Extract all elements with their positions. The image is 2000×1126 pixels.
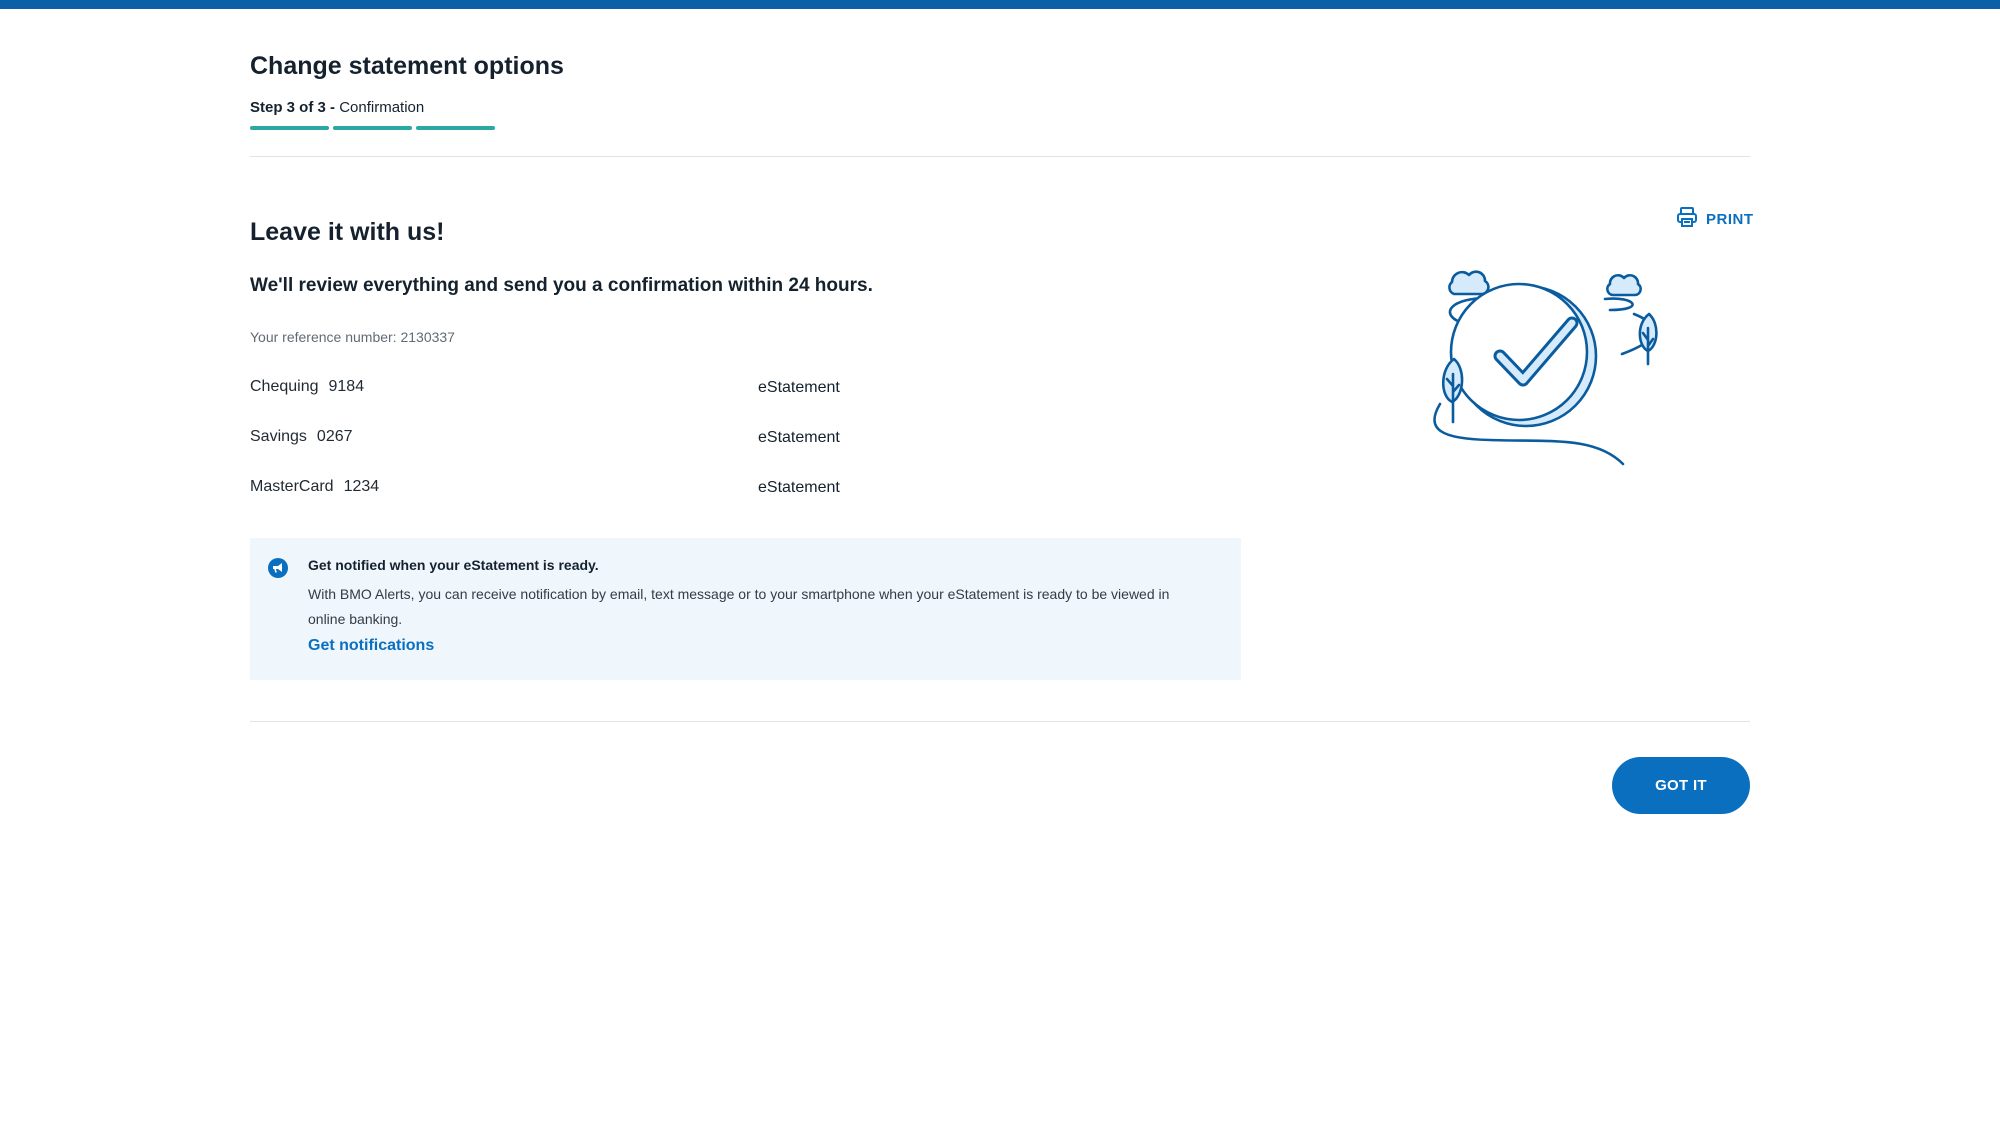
account-number: 9184 <box>328 378 365 395</box>
account-type: Savings <box>250 428 307 445</box>
print-label: PRINT <box>1706 211 1754 228</box>
notice-body: With BMO Alerts, you can receive notific… <box>308 586 1170 627</box>
page-title: Change statement options <box>250 52 564 80</box>
progress-segment-3 <box>416 126 495 130</box>
notification-callout: Get notified when your eStatement is rea… <box>250 538 1241 680</box>
step-name: Confirmation <box>339 99 425 116</box>
header-divider <box>250 156 1750 157</box>
step-progress-bar <box>250 126 495 130</box>
notice-title: Get notified when your eStatement is rea… <box>308 557 599 573</box>
progress-segment-2 <box>333 126 412 130</box>
account-type: Chequing <box>250 378 319 395</box>
footer-divider <box>250 721 1750 722</box>
top-accent-bar <box>0 0 2000 9</box>
account-name: Savings 0267 <box>250 428 353 446</box>
account-number: 0267 <box>316 428 353 445</box>
account-list: Chequing 9184 eStatement Savings 0267 eSta… <box>250 374 950 524</box>
account-row: MasterCard 1234 eStatement <box>250 474 950 524</box>
statement-type: eStatement <box>758 379 840 396</box>
confirmation-subheading: We'll review everything and send you a c… <box>250 275 873 296</box>
account-row: Savings 0267 eStatement <box>250 424 950 474</box>
account-number: 1234 <box>343 478 380 495</box>
got-it-button[interactable]: GOT IT <box>1612 757 1750 814</box>
print-button[interactable]: PRINT <box>1676 206 1754 233</box>
step-number: Step 3 of 3 <box>250 99 326 116</box>
account-name: MasterCard 1234 <box>250 478 379 496</box>
account-row: Chequing 9184 eStatement <box>250 374 950 424</box>
success-checkmark-illustration <box>1420 254 1680 469</box>
statement-type: eStatement <box>758 429 840 446</box>
printer-icon <box>1676 206 1698 233</box>
account-name: Chequing 9184 <box>250 378 364 396</box>
progress-segment-1 <box>250 126 329 130</box>
confirmation-heading: Leave it with us! <box>250 218 445 246</box>
step-separator: - <box>325 99 340 116</box>
megaphone-icon <box>267 557 289 579</box>
account-type: MasterCard <box>250 478 334 495</box>
step-indicator: Step 3 of 3 - Confirmation <box>250 99 424 116</box>
get-notifications-link[interactable]: Get notifications <box>308 637 434 655</box>
statement-type: eStatement <box>758 479 840 496</box>
reference-number: Your reference number: 2130337 <box>250 329 455 345</box>
